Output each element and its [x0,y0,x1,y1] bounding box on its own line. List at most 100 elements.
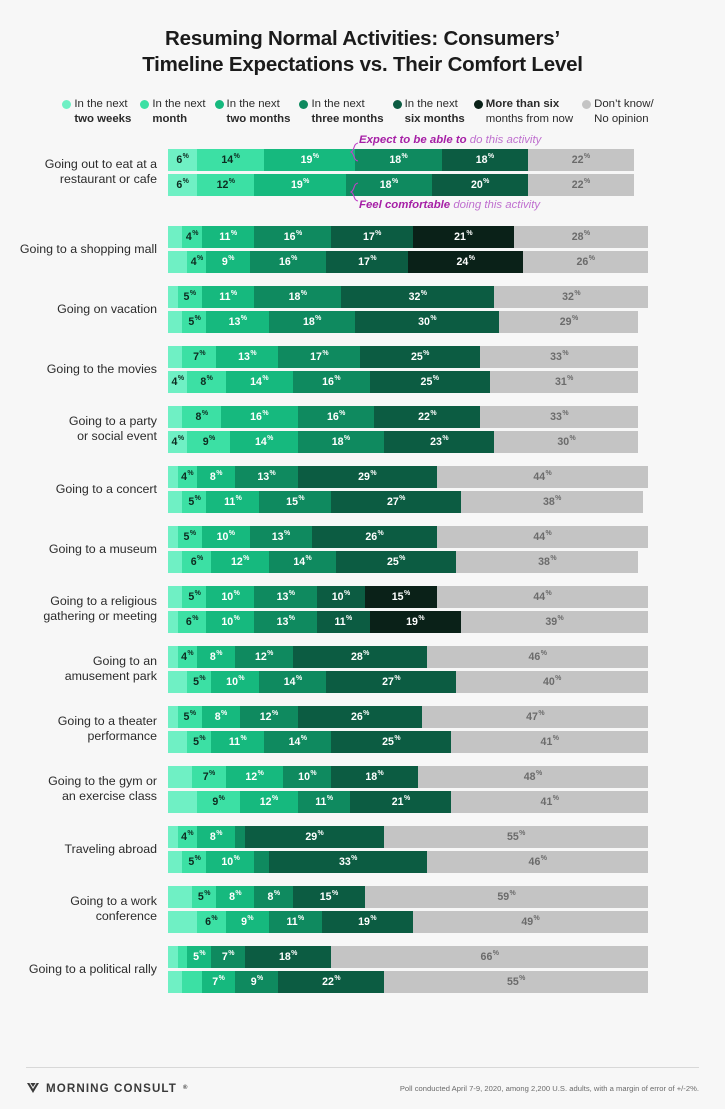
bar-segment-value: 16 [278,255,291,268]
bar-segment-in-the-next-three-months: 18% [297,430,384,453]
bar-segment-value: 31 [554,375,567,388]
stacked-bar: 7% 9% 22% 55% [168,970,648,993]
bar-segment-in-the-next-month: 9% [196,790,240,813]
bar-segment-in-the-next-three-months: 14% [259,670,327,693]
bar-segment-in-the-next-three-months: 18% [355,148,442,171]
bar-segment-value: 7 [212,975,219,988]
bar-segment-in-the-next-month: 4% [182,225,202,248]
activity-label: Going to a work conference [0,894,168,924]
activity-group: Going to a religious gathering or meeting… [0,585,725,633]
annotation-comfort-bold: Feel comfortable [359,198,451,211]
bar-segment-value: 38 [538,555,550,568]
bar-segment-dont-know-no-opinion: 38% [455,550,639,573]
stacked-bar: 5% 10% 13% 26% 44% [168,525,648,548]
legend-label-line-1: In the next [311,98,365,111]
bar-segment-in-the-next-six-months: 20% [431,173,528,196]
legend-label-line-1: More than six [485,98,560,111]
bar-segment-dont-know-no-opinion: 30% [494,430,639,453]
bar-segment-in-the-next-two-months: 10% [211,670,260,693]
bar-segment-in-the-next-three-months: 11% [268,910,322,933]
bar-segment-in-the-next-month: 5% [187,670,212,693]
bar-segment-in-the-next-three-months: 16% [254,225,332,248]
bar-segment-in-the-next-two-weeks [168,730,188,753]
activity-label-line: Going to a shopping mall [19,241,157,256]
legend-label-line-1: In the next [152,98,206,111]
bar-segment-value: 16 [250,410,262,423]
legend-label: Don’t know/No opinion [594,97,654,126]
bar-segment-value: 44 [533,530,546,543]
bar-segment-in-the-next-month [182,970,202,993]
activity-group: Going on vacation 5% 11% 18% 32% 32% 5% 13% 18% 3… [0,285,725,333]
legend-item-more-than-six-months: More than six months from now [473,97,582,126]
bar-segment-value: 5 [188,855,195,868]
title-line-2: Timeline Expectations vs. Their Comfort … [142,53,583,77]
activity-label-line: or social event [77,429,157,444]
bar-segment-value: 6 [185,615,192,628]
bar-segment-in-the-next-month: 4% [177,825,197,848]
bar-segment-in-the-next-two-months: 16% [220,405,298,428]
bar-segment-value: 16 [326,410,339,423]
activity-label-line: Going to a theater [57,714,157,729]
bar-pair: 4% 11% 16% 17% 21% 28% 4% 9% 16% 17% 24% 26% [168,225,725,273]
activity-label: Going to a concert [0,482,168,497]
bar-segment-in-the-next-month: 9% [187,430,231,453]
bar-segment-value: 13 [271,530,284,543]
bar-segment-value: 4 [181,470,188,483]
bar-segment-value: 4 [171,375,178,388]
brand-trademark: ® [182,1085,189,1091]
legend-label-line-2: six months [404,113,465,126]
bar-segment-in-the-next-two-weeks [168,910,197,933]
bar-segment-value: 14 [288,735,301,748]
bar-segment-value: 8 [209,650,216,663]
bar-segment-value: 27 [382,675,394,688]
bar-segment-value: 12 [216,178,229,191]
bar-segment-in-the-next-six-months: 19% [321,910,413,933]
activity-label-line: Going to a religious [50,594,157,609]
stacked-bar: 5% 13% 18% 30% 29% [168,310,648,333]
page-title: Resuming Normal Activities: Consumers’ T… [40,26,685,78]
morning-consult-mark-icon [27,1083,39,1093]
bar-segment-value: 16 [283,230,296,243]
activity-group: Traveling abroad 4% 8% 29% 55% 5% 10% 33% 46% [0,825,725,873]
bar-segment-in-the-next-six-months: 18% [441,148,528,171]
bar-segment-in-the-next-three-months: 13% [254,610,317,633]
bar-segment-value: 8 [209,470,216,483]
footer-divider [26,1067,699,1068]
legend-item-in-the-next-six-months: In the next six months [392,97,474,126]
annotation-comfort-rest: doing this activity [450,198,541,211]
legend-label-line-1: In the next [74,98,128,111]
bar-segment-in-the-next-six-months: 25% [335,550,456,573]
bar-pair: 7% 13% 17% 25% 33% 4% 8% 14% 16% 25% 31% [168,345,725,393]
activity-label-line: restaurant or cafe [59,172,157,187]
bar-segment-value: 17 [310,350,322,363]
stacked-bar: 5% 8% 12% 26% 47% [168,705,648,728]
activity-label-line: Going to a museum [48,541,157,556]
bar-segment-in-the-next-six-months: 18% [331,765,418,788]
activity-group: Going to a concert 4% 8% 13% 29% 44% 5% 11% 15% 2… [0,465,725,513]
bar-segment-in-the-next-six-months: 25% [369,370,490,393]
bar-segment-value: 29 [358,470,370,483]
bar-segment-value: 32 [562,290,574,303]
stacked-bar: 5% 7% 18% 66% [168,945,648,968]
bar-segment-in-the-next-two-months: 12% [211,550,269,573]
stacked-bar: 4% 8% 12% 28% 46% [168,645,648,668]
bar-segment-in-the-next-month: 5% [177,525,202,548]
bar-segment-value: 9 [250,975,257,988]
bar-segment-dont-know-no-opinion: 44% [436,585,648,608]
bar-segment-in-the-next-month: 5% [182,850,207,873]
bar-segment-value: 25 [420,375,433,388]
activity-label-line: Going out to eat at a [44,157,157,172]
bar-segment-in-the-next-three-months [254,850,269,873]
bar-segment-in-the-next-month: 5% [182,490,207,513]
bar-segment-in-the-next-two-months: 8% [201,705,240,728]
bar-segment-value: 25 [382,735,394,748]
bar-segment-value: 4 [185,230,192,243]
bar-segment-in-the-next-two-months: 11% [206,490,260,513]
bar-segment-in-the-next-three-months: 13% [235,465,298,488]
bar-segment-value: 5 [183,290,190,303]
bar-segment-in-the-next-two-months: 7% [201,970,236,993]
bar-segment-value: 13 [276,615,289,628]
activity-label-line: Going to a concert [55,481,157,496]
bar-segment-value: 26 [365,530,378,543]
legend-label-line-2: No opinion [594,113,649,126]
